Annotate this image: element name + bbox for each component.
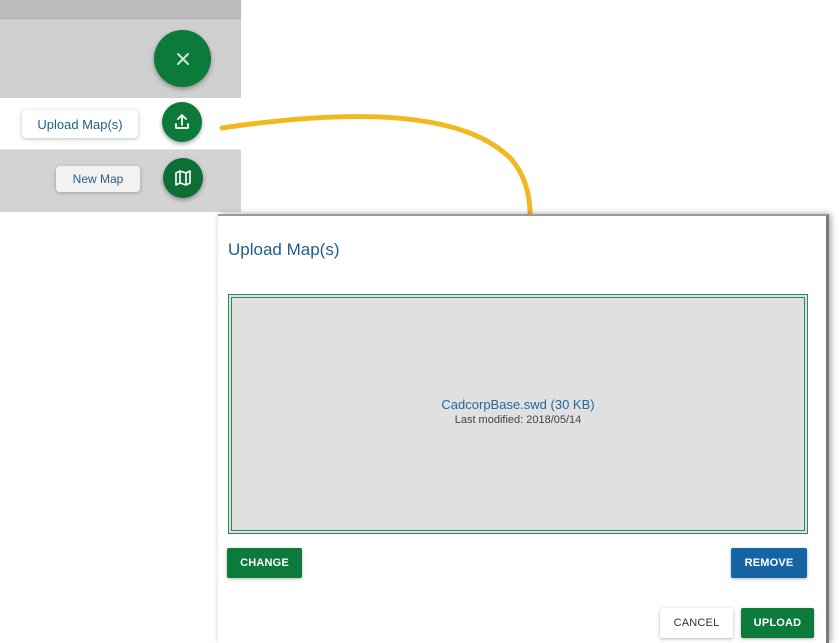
- upload-maps-chip[interactable]: Upload Map(s): [22, 110, 138, 138]
- change-button[interactable]: CHANGE: [227, 548, 302, 578]
- upload-icon: [175, 114, 189, 129]
- file-name-size: CadcorpBase.swd (30 KB): [441, 397, 595, 412]
- cancel-button[interactable]: CANCEL: [660, 608, 733, 638]
- upload-maps-dialog: Upload Map(s) CadcorpBase.swd (30 KB) La…: [218, 214, 829, 643]
- close-fab-button[interactable]: [154, 30, 211, 87]
- file-dropzone[interactable]: CadcorpBase.swd (30 KB) Last modified: 2…: [228, 294, 808, 534]
- close-icon: [176, 52, 189, 65]
- upload-maps-fab-button[interactable]: [162, 102, 202, 142]
- new-map-chip[interactable]: New Map: [56, 166, 140, 192]
- file-last-modified: Last modified: 2018/05/14: [454, 414, 582, 426]
- remove-button[interactable]: REMOVE: [731, 548, 807, 578]
- fab-menu-panel: Upload Map(s) New Map: [0, 0, 241, 212]
- new-map-fab-button[interactable]: [163, 158, 203, 198]
- upload-button[interactable]: UPLOAD: [741, 608, 814, 638]
- dialog-title: Upload Map(s): [228, 240, 340, 259]
- top-strip: [0, 0, 241, 19]
- map-icon: [175, 170, 191, 186]
